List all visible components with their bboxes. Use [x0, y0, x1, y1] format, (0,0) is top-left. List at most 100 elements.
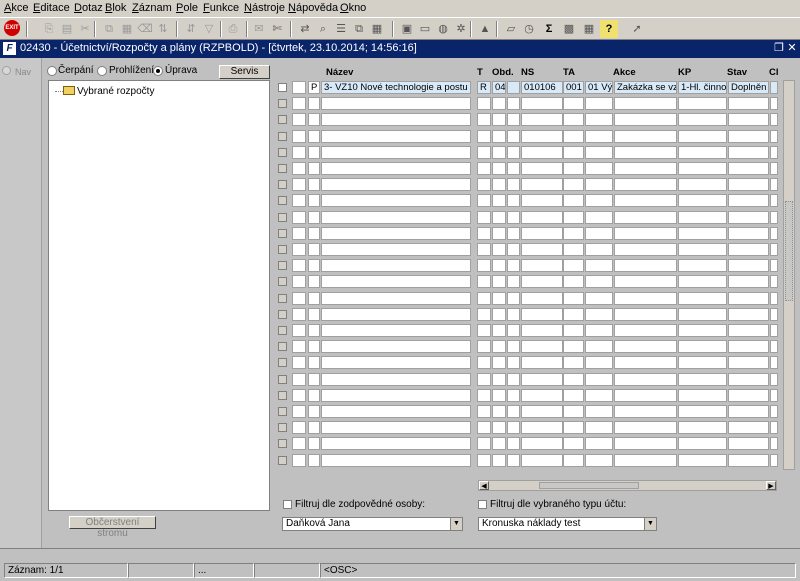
- row-indicator[interactable]: [292, 113, 306, 127]
- grid-cell-nazev[interactable]: [321, 388, 471, 402]
- grid-cell-kp[interactable]: [678, 340, 727, 354]
- grid-cell-ns[interactable]: [521, 129, 563, 143]
- grid-cell-nazev[interactable]: 3- VZ10 Nové technologie a postu: [321, 81, 471, 94]
- grid-cell-t[interactable]: [477, 324, 491, 337]
- grid-cell-ta2[interactable]: [585, 97, 613, 111]
- grid-cell-obd[interactable]: [507, 307, 520, 321]
- grid-cell-ns[interactable]: 010106: [521, 81, 563, 94]
- grid-cell-ta2[interactable]: [585, 162, 613, 175]
- grid-cell-obd[interactable]: [507, 421, 520, 435]
- grid-cell-ta[interactable]: [563, 113, 584, 127]
- globe-icon[interactable]: ◍: [434, 20, 452, 38]
- find-icon[interactable]: ⌕: [314, 20, 332, 38]
- grid-cell-flag[interactable]: [308, 372, 320, 386]
- row-select-checkbox[interactable]: [278, 245, 287, 254]
- grid-cell-cl[interactable]: [770, 97, 778, 111]
- grid-cell-ns[interactable]: [521, 388, 563, 402]
- filter-person-select[interactable]: Daňková Jana ▼: [282, 517, 463, 531]
- grid-cell-ta2[interactable]: [585, 113, 613, 127]
- menu-item-0[interactable]: Akce: [4, 2, 28, 14]
- grid-cell-ta[interactable]: [563, 340, 584, 354]
- grid-cell-kp[interactable]: [678, 356, 727, 370]
- sort-desc-icon[interactable]: ⇵: [182, 20, 200, 38]
- row-select-checkbox[interactable]: [278, 261, 287, 271]
- grid-cell-nazev[interactable]: [321, 324, 471, 337]
- grid-cell-nazev[interactable]: [321, 97, 471, 111]
- grid-cell-kp[interactable]: [678, 243, 727, 256]
- grid-cell-kp[interactable]: [678, 259, 727, 273]
- grid-cell-t[interactable]: [477, 97, 491, 111]
- grid-cell-obd[interactable]: [507, 129, 520, 143]
- scroll-right-icon[interactable]: ▶: [766, 481, 776, 490]
- grid-cell-kp[interactable]: [678, 307, 727, 321]
- grid-cell-ta[interactable]: [563, 194, 584, 208]
- grid-cell-akce[interactable]: [614, 194, 677, 208]
- grid-cell-ta[interactable]: [563, 210, 584, 224]
- row-select-checkbox[interactable]: [278, 228, 287, 238]
- grid-cell-stav[interactable]: [728, 324, 769, 337]
- grid-cell-ta[interactable]: [563, 243, 584, 256]
- copy-icon[interactable]: ⧉: [100, 20, 118, 38]
- grid-cell-ns[interactable]: [521, 113, 563, 127]
- grid-cell-nazev[interactable]: [321, 372, 471, 386]
- warning-icon[interactable]: ▲: [476, 20, 494, 38]
- grid-cell-obd[interactable]: [492, 145, 506, 159]
- grid-cell-obd[interactable]: [492, 437, 506, 451]
- row-select-checkbox[interactable]: [278, 390, 287, 400]
- grid-cell-ns[interactable]: [521, 356, 563, 370]
- grid-cell-stav[interactable]: [728, 388, 769, 402]
- grid-cell-obd[interactable]: [507, 81, 520, 94]
- mode-radio-prohlizeni[interactable]: [97, 66, 107, 76]
- grid-cell-nazev[interactable]: [321, 129, 471, 143]
- grid-cell-akce[interactable]: [614, 275, 677, 289]
- cut-icon[interactable]: ✂: [76, 20, 94, 38]
- grid-cell-obd[interactable]: [492, 97, 506, 111]
- grid-cell-obd[interactable]: [507, 453, 520, 467]
- grid-cell-ta[interactable]: [563, 324, 584, 337]
- grid-cell-akce[interactable]: [614, 340, 677, 354]
- grid-cell-cl[interactable]: [770, 81, 778, 94]
- grid-cell-obd[interactable]: [507, 372, 520, 386]
- menu-item-3[interactable]: Blok: [105, 2, 126, 14]
- row-select-checkbox[interactable]: [278, 83, 287, 92]
- grid-cell-ta2[interactable]: [585, 453, 613, 467]
- grid-cell-cl[interactable]: [770, 162, 778, 175]
- grid-cell-akce[interactable]: [614, 307, 677, 321]
- row-select-checkbox[interactable]: [278, 407, 287, 416]
- mail-icon[interactable]: ✉: [250, 20, 268, 38]
- grid-vertical-scrollbar[interactable]: [783, 80, 795, 470]
- grid-cell-kp[interactable]: [678, 372, 727, 386]
- grid-cell-kp[interactable]: [678, 178, 727, 192]
- grid-cell-obd[interactable]: [492, 340, 506, 354]
- grid-cell-ta2[interactable]: [585, 421, 613, 435]
- grid-cell-t[interactable]: [477, 210, 491, 224]
- gear-icon[interactable]: ✲: [452, 20, 470, 38]
- row-select-checkbox[interactable]: [278, 455, 287, 465]
- menu-item-9[interactable]: Okno: [340, 2, 366, 14]
- servis-button[interactable]: Servis: [219, 65, 270, 79]
- grid-cell-ta2[interactable]: [585, 210, 613, 224]
- grid-cell-flag[interactable]: [308, 405, 320, 418]
- grid-cell-obd[interactable]: [492, 356, 506, 370]
- grid-cell-obd[interactable]: [492, 307, 506, 321]
- grid-cell-flag[interactable]: [308, 243, 320, 256]
- row-indicator[interactable]: [292, 307, 306, 321]
- grid-cell-nazev[interactable]: [321, 356, 471, 370]
- grid-cell-cl[interactable]: [770, 356, 778, 370]
- grid-cell-ta2[interactable]: [585, 324, 613, 337]
- grid-icon[interactable]: ▦: [368, 20, 386, 38]
- grid-cell-nazev[interactable]: [321, 291, 471, 305]
- row-select-checkbox[interactable]: [278, 342, 287, 352]
- grid-cell-cl[interactable]: [770, 194, 778, 208]
- grid-cell-nazev[interactable]: [321, 405, 471, 418]
- grid-cell-obd[interactable]: [507, 178, 520, 192]
- grid-cell-akce[interactable]: [614, 453, 677, 467]
- grid-cell-akce[interactable]: [614, 162, 677, 175]
- row-select-checkbox[interactable]: [278, 277, 287, 287]
- grid-cell-stav[interactable]: [728, 372, 769, 386]
- grid-cell-nazev[interactable]: [321, 145, 471, 159]
- paste-icon[interactable]: ▦: [118, 20, 136, 38]
- pointer-icon[interactable]: ➚: [628, 20, 646, 38]
- grid-cell-ta2[interactable]: [585, 145, 613, 159]
- grid-cell-t[interactable]: [477, 259, 491, 273]
